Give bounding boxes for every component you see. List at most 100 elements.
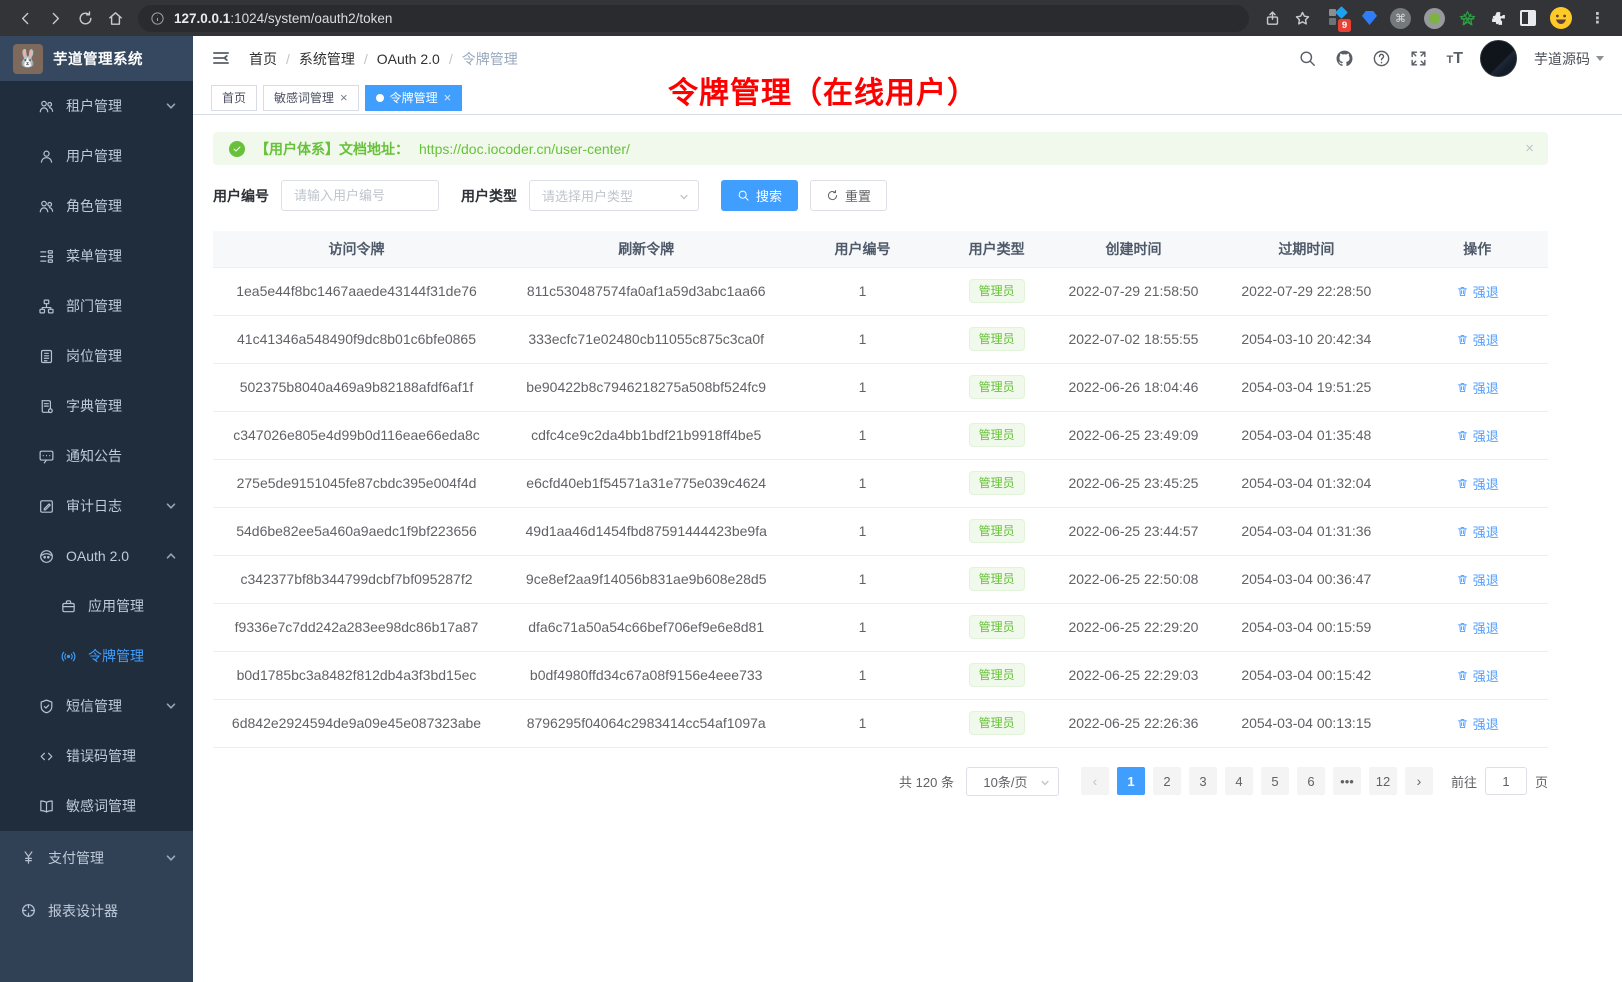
github-icon[interactable]	[1335, 49, 1355, 69]
actions-cell: 强退	[1406, 699, 1548, 747]
tab-sensitive-word[interactable]: 敏感词管理 ×	[263, 85, 359, 111]
font-size-icon[interactable]: TT	[1446, 51, 1463, 67]
report-icon	[20, 902, 37, 919]
user-id-input[interactable]	[281, 180, 439, 211]
gem-extension-icon[interactable]	[1362, 11, 1377, 25]
force-logout-button[interactable]: 强退	[1456, 714, 1499, 733]
star-extension-icon[interactable]	[1458, 9, 1477, 28]
profile-avatar-icon[interactable]	[1549, 6, 1573, 30]
extension-grid-icon[interactable]: 9	[1327, 7, 1349, 29]
back-icon[interactable]	[12, 5, 38, 31]
page-button-3[interactable]: 3	[1189, 767, 1217, 795]
help-icon[interactable]	[1372, 49, 1392, 69]
expires-cell: 2054-03-04 19:51:25	[1206, 363, 1406, 411]
sidebar-item-dept[interactable]: 部门管理	[0, 281, 193, 331]
sidebar-item-label: 岗位管理	[66, 346, 122, 366]
page-button-2[interactable]: 2	[1153, 767, 1181, 795]
chevron-down-icon	[165, 852, 177, 864]
breadcrumb-oauth[interactable]: OAuth 2.0	[377, 51, 440, 67]
sidebar-item-sensitive-word[interactable]: 敏感词管理	[0, 781, 193, 831]
sidebar-item-label: 支付管理	[48, 848, 104, 868]
table-row: 54d6be82ee5a460a9aedc1f9bf22365649d1aa46…	[213, 507, 1548, 555]
tab-token[interactable]: 令牌管理 ×	[365, 85, 463, 111]
sidebar-item-tenant[interactable]: 租户管理	[0, 81, 193, 131]
site-info-icon[interactable]	[150, 11, 165, 26]
force-logout-button[interactable]: 强退	[1456, 666, 1499, 685]
sidebar-collapse-icon[interactable]	[211, 48, 233, 70]
breadcrumb: 首页 / 系统管理 / OAuth 2.0 / 令牌管理	[249, 49, 518, 69]
force-logout-button[interactable]: 强退	[1456, 330, 1499, 349]
sidebar-item-user[interactable]: 用户管理	[0, 131, 193, 181]
sitemap-icon	[38, 298, 55, 315]
reload-icon[interactable]	[72, 5, 98, 31]
bookmark-star-icon[interactable]	[1289, 5, 1315, 31]
sidebar-item-label: 用户管理	[66, 146, 122, 166]
force-logout-button[interactable]: 强退	[1456, 474, 1499, 493]
page-button-5[interactable]: 5	[1261, 767, 1289, 795]
sidebar-item-audit-log[interactable]: 审计日志	[0, 481, 193, 531]
search-icon[interactable]	[1298, 49, 1318, 69]
extensions-puzzle-icon[interactable]	[1490, 10, 1507, 27]
sidebar-item-oauth2-token[interactable]: 令牌管理	[0, 631, 193, 681]
next-page-button[interactable]: ›	[1405, 767, 1433, 795]
actions-cell: 强退	[1406, 315, 1548, 363]
force-logout-button[interactable]: 强退	[1456, 570, 1499, 589]
page-button-12[interactable]: 12	[1369, 767, 1397, 795]
page-size-select[interactable]: 10条/页	[966, 767, 1059, 796]
force-logout-button[interactable]: 强退	[1456, 282, 1499, 301]
page-button-6[interactable]: 6	[1297, 767, 1325, 795]
sidebar-item-notice[interactable]: 通知公告	[0, 431, 193, 481]
prev-page-button[interactable]: ‹	[1081, 767, 1109, 795]
actions-cell: 强退	[1406, 651, 1548, 699]
command-extension-icon[interactable]: ⌘	[1390, 8, 1411, 29]
sidebar-item-sms[interactable]: 短信管理	[0, 681, 193, 731]
split-screen-icon[interactable]	[1520, 10, 1536, 26]
breadcrumb-system[interactable]: 系统管理	[299, 49, 355, 69]
page-button-4[interactable]: 4	[1225, 767, 1253, 795]
table-row: 275e5de9151045fe87cbdc395e004f4de6cfd40e…	[213, 459, 1548, 507]
share-icon[interactable]	[1259, 5, 1285, 31]
user-menu[interactable]: 芋道源码	[1534, 49, 1604, 69]
search-button[interactable]: 搜索	[721, 180, 798, 211]
forward-icon[interactable]	[42, 5, 68, 31]
recorder-extension-icon[interactable]	[1424, 8, 1445, 29]
more-pages-button[interactable]: •••	[1333, 767, 1361, 795]
breadcrumb-home[interactable]: 首页	[249, 49, 277, 69]
doc-link[interactable]: https://doc.iocoder.cn/user-center/	[419, 141, 630, 157]
tab-home[interactable]: 首页	[211, 85, 257, 111]
user-id-cell: 1	[792, 699, 932, 747]
close-icon[interactable]: ×	[340, 91, 348, 104]
alert-close-icon[interactable]: ×	[1525, 140, 1534, 157]
sidebar-item-post[interactable]: 岗位管理	[0, 331, 193, 381]
access-token-cell: b0d1785bc3a8482f812db4a3f3bd15ec	[213, 651, 500, 699]
fullscreen-icon[interactable]	[1409, 49, 1429, 69]
home-icon[interactable]	[102, 5, 128, 31]
goto-page-input[interactable]	[1485, 767, 1527, 795]
sidebar-item-oauth2-app[interactable]: 应用管理	[0, 581, 193, 631]
sidebar-item-pay[interactable]: 支付管理	[0, 831, 193, 884]
close-icon[interactable]: ×	[444, 91, 452, 104]
sidebar-item-menu[interactable]: 菜单管理	[0, 231, 193, 281]
sidebar-item-dict[interactable]: 字典管理	[0, 381, 193, 431]
sidebar-item-report-designer[interactable]: 报表设计器	[0, 884, 193, 937]
reset-button[interactable]: 重置	[810, 180, 887, 211]
user-avatar[interactable]	[1480, 40, 1517, 77]
sidebar-item-role[interactable]: 角色管理	[0, 181, 193, 231]
force-logout-button[interactable]: 强退	[1456, 522, 1499, 541]
sidebar-item-error-code[interactable]: 错误码管理	[0, 731, 193, 781]
token-table: 访问令牌 刷新令牌 用户编号 用户类型 创建时间 过期时间 操作 1ea5e44…	[213, 231, 1548, 748]
top-navbar: 首页 / 系统管理 / OAuth 2.0 / 令牌管理 TT 芋道源码	[193, 36, 1622, 81]
url-bar[interactable]: 127.0.0.1:1024/system/oauth2/token	[138, 5, 1249, 32]
force-logout-button[interactable]: 强退	[1456, 426, 1499, 445]
user-type-select[interactable]: 请选择用户类型	[529, 180, 699, 211]
expires-cell: 2054-03-04 00:15:42	[1206, 651, 1406, 699]
url-text: 127.0.0.1:1024/system/oauth2/token	[174, 11, 392, 26]
active-dot	[376, 94, 384, 102]
browser-menu-icon[interactable]: ⋮	[1586, 9, 1610, 27]
sidebar-item-oauth2[interactable]: OAuth 2.0	[0, 531, 193, 581]
force-logout-button[interactable]: 强退	[1456, 618, 1499, 637]
app-logo-bar[interactable]: 🐰 芋道管理系统	[0, 36, 193, 81]
user-id-label: 用户编号	[213, 186, 269, 206]
force-logout-button[interactable]: 强退	[1456, 378, 1499, 397]
page-button-1[interactable]: 1	[1117, 767, 1145, 795]
